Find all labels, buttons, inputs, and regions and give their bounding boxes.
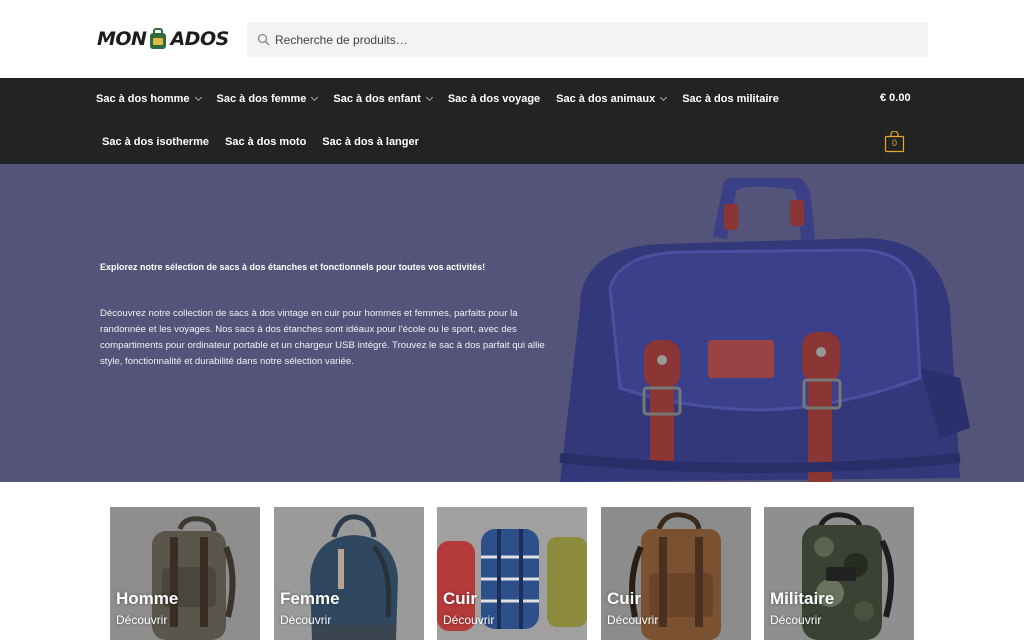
- category-card-homme[interactable]: Homme Découvrir: [110, 507, 260, 640]
- chevron-down-icon: [311, 93, 319, 102]
- hero-backpack-image: [559, 178, 970, 482]
- category-link[interactable]: Découvrir: [607, 613, 658, 627]
- category-link[interactable]: Découvrir: [443, 613, 494, 627]
- site-logo[interactable]: MON ADOS: [97, 24, 229, 54]
- nav-item-langer[interactable]: Sac à dos à langer: [322, 136, 419, 148]
- nav-item-label: Sac à dos voyage: [447, 93, 541, 105]
- search-icon: [257, 33, 270, 46]
- nav-row-secondary: Sac à dos isotherme Sac à dos moto Sac à…: [102, 121, 435, 163]
- category-link[interactable]: Découvrir: [280, 613, 331, 627]
- hero-banner: Explorez notre sélection de sacs à dos é…: [0, 164, 1024, 482]
- category-card-militaire[interactable]: Militaire Découvrir: [764, 507, 914, 640]
- hero-description: Découvrez notre collection de sacs à dos…: [100, 308, 545, 367]
- nav-item-animaux[interactable]: Sac à dos animaux: [556, 93, 668, 105]
- main-nav: Sac à dos homme Sac à dos femme Sac à do…: [0, 78, 1024, 164]
- cart-total[interactable]: € 0.00: [880, 92, 911, 104]
- nav-item-label: Sac à dos femme: [216, 93, 307, 105]
- category-link[interactable]: Découvrir: [770, 613, 821, 627]
- search-input[interactable]: [275, 22, 915, 57]
- category-title: Cuir: [607, 589, 641, 608]
- category-grid: Homme Découvrir Femme Découvrir Cuir Déc…: [110, 507, 914, 640]
- category-title: Femme: [280, 589, 340, 608]
- nav-item-label: Sac à dos enfant: [333, 93, 421, 105]
- cart-button[interactable]: 0: [884, 130, 905, 153]
- nav-item-voyage[interactable]: Sac à dos voyage: [448, 93, 540, 105]
- category-card-femme[interactable]: Femme Découvrir: [274, 507, 424, 640]
- nav-item-label: Sac à dos isotherme: [102, 136, 209, 148]
- nav-item-label: Sac à dos militaire: [682, 93, 779, 105]
- category-card-cuir-1[interactable]: Cuir Découvrir: [437, 507, 587, 640]
- nav-row-primary: Sac à dos homme Sac à dos femme Sac à do…: [96, 78, 795, 120]
- nav-item-label: Sac à dos homme: [96, 93, 190, 105]
- nav-item-label: Sac à dos à langer: [322, 136, 419, 148]
- nav-item-militaire[interactable]: Sac à dos militaire: [682, 93, 779, 105]
- search-bar: [247, 22, 928, 57]
- category-link[interactable]: Découvrir: [116, 613, 167, 627]
- logo-text-left: MON: [97, 28, 147, 50]
- logo-text-right: ADOS: [170, 28, 229, 50]
- nav-item-homme[interactable]: Sac à dos homme: [96, 93, 202, 105]
- nav-item-enfant[interactable]: Sac à dos enfant: [333, 93, 433, 105]
- nav-item-moto[interactable]: Sac à dos moto: [225, 136, 306, 148]
- chevron-down-icon: [660, 93, 668, 102]
- cart-count: 0: [891, 138, 897, 148]
- category-title: Cuir: [443, 589, 477, 608]
- nav-item-isotherme[interactable]: Sac à dos isotherme: [102, 136, 209, 148]
- hero-title: Explorez notre sélection de sacs à dos é…: [100, 262, 486, 272]
- nav-item-label: Sac à dos animaux: [556, 93, 656, 105]
- category-card-cuir-2[interactable]: Cuir Découvrir: [601, 507, 751, 640]
- chevron-down-icon: [425, 93, 433, 102]
- chevron-down-icon: [194, 93, 202, 102]
- backpack-logo-icon: [148, 28, 168, 50]
- nav-item-label: Sac à dos moto: [225, 136, 307, 148]
- category-title: Homme: [116, 589, 179, 608]
- category-title: Militaire: [770, 589, 835, 608]
- page: MON ADOS Sac à dos homme Sac à dos femme: [0, 0, 1024, 640]
- nav-item-femme[interactable]: Sac à dos femme: [216, 93, 319, 105]
- site-header: MON ADOS: [0, 0, 1024, 78]
